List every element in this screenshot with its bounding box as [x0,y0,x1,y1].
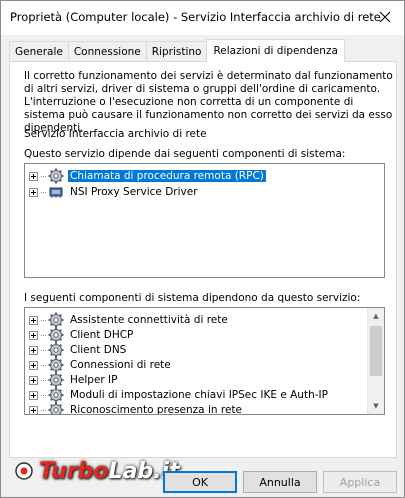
turbolab-watermark: Turbo Lab.it [13,456,180,486]
dependents-label: I seguenti componenti di sistema dipendo… [24,292,361,304]
expand-icon[interactable] [29,187,38,197]
tree-item-label: Assistente connettività di rete [70,314,228,326]
dependents-tree[interactable]: Assistente connettività di rete Client DH… [24,307,385,415]
tree-item[interactable]: Moduli di impostazione chiavi IPSec IKE … [29,387,330,403]
gear-icon [48,168,64,184]
scroll-up-icon[interactable]: ▲ [368,308,384,324]
tree-item-label: Client DNS [70,344,127,356]
expand-icon[interactable] [29,390,38,400]
depends-on-tree[interactable]: Chiamata di procedura remota (RPC) NSI P… [24,163,385,278]
tree-item-label: Chiamata di procedura remota (RPC) [68,170,266,182]
gear-icon [48,342,64,358]
tree-item-label: Helper IP [70,374,118,386]
scroll-down-icon[interactable]: ▼ [368,398,384,414]
service-name: Servizio Interfaccia archivio di rete [24,128,207,140]
tree-item-label: Moduli di impostazione chiavi IPSec IKE … [70,389,328,401]
ok-button[interactable]: OK [163,471,237,493]
gear-logo-icon [15,462,33,480]
expand-icon[interactable] [29,330,38,340]
tab-panel: Il corretto funzionamento dei servizi è … [9,61,397,458]
tree-item[interactable]: Riconoscimento presenza in rete [29,402,244,415]
gear-icon [48,387,64,403]
expand-icon[interactable] [29,345,38,355]
tree-item[interactable]: Chiamata di procedura remota (RPC) [29,168,266,184]
tree-item[interactable]: Client DHCP [29,327,135,343]
tab-ripristino[interactable]: Ripristino [145,41,208,61]
gear-icon [48,402,64,414]
tree-item[interactable]: Assistente connettività di rete [29,312,230,328]
depends-on-label: Questo servizio dipende dai seguenti com… [24,148,346,160]
expand-icon[interactable] [29,375,38,385]
tree-item[interactable]: Connessioni di rete [29,357,173,373]
tab-strip: Generale Connessione Ripristino Relazion… [9,39,345,62]
cancel-button[interactable]: Annulla [243,471,317,493]
title-bar: Proprietà (Computer locale) - Servizio I… [1,1,404,35]
watermark-part1: Turbo [39,458,109,484]
gear-icon [48,372,64,388]
gear-icon [48,327,64,343]
tab-relazioni-di-dipendenza[interactable]: Relazioni di dipendenza [206,39,345,62]
apply-button[interactable]: Applica [323,471,397,493]
scroll-thumb[interactable] [370,326,382,376]
tree-item-label: Riconoscimento presenza in rete [70,404,242,415]
expand-icon[interactable] [29,315,38,325]
description-text: Il corretto funzionamento dei servizi è … [24,70,393,134]
window-title: Proprietà (Computer locale) - Servizio I… [10,10,381,24]
close-icon [379,11,391,23]
gear-icon [48,357,64,373]
properties-dialog: Proprietà (Computer locale) - Servizio I… [0,0,405,498]
tree-item-label: Client DHCP [70,329,134,341]
tree-item[interactable]: Client DNS [29,342,128,358]
close-button[interactable] [370,3,400,31]
tree-item[interactable]: Helper IP [29,372,119,388]
driver-icon [49,187,63,198]
expand-icon[interactable] [29,360,38,370]
vertical-scrollbar[interactable]: ▲ ▼ [367,308,384,414]
expand-icon[interactable] [29,171,38,181]
tree-item-label: Connessioni di rete [70,359,171,371]
tab-generale[interactable]: Generale [9,41,69,61]
expand-icon[interactable] [29,405,38,414]
gear-icon [48,312,64,328]
tree-item-label: NSI Proxy Service Driver [70,186,198,198]
tab-connessione[interactable]: Connessione [67,41,147,61]
tree-item[interactable]: NSI Proxy Service Driver [29,184,200,200]
